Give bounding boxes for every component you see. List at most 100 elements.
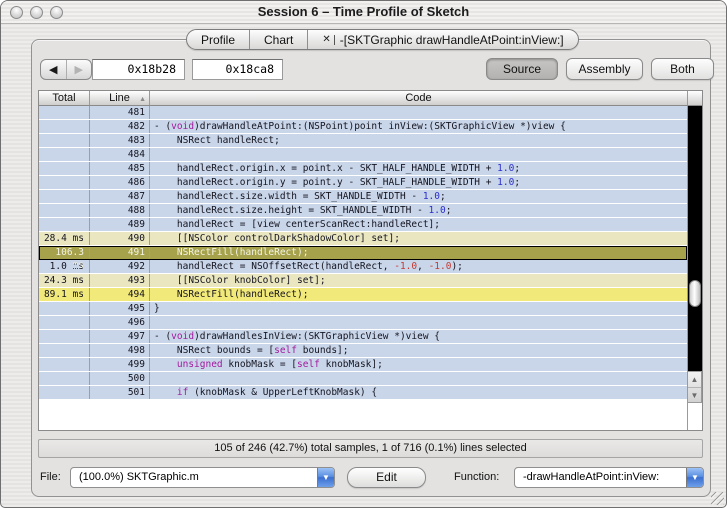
tab-code-browser[interactable]: ✕ -[SKTGraphic drawHandleAtPoint:inView:… xyxy=(307,30,577,49)
back-button[interactable]: ◀ xyxy=(41,60,66,79)
scrollbar-track[interactable] xyxy=(688,106,702,371)
line-number-cell: 488 xyxy=(90,204,150,217)
code-rows: 481482- (void)drawHandleAtPoint:(NSPoint… xyxy=(39,106,687,400)
code-cell: handleRect.origin.y = point.y - SKT_HALF… xyxy=(150,176,687,189)
code-row[interactable]: 24.3 ms493 [[NSColor knobColor] set]; xyxy=(39,274,687,288)
code-row[interactable]: 485 handleRect.origin.x = point.x - SKT_… xyxy=(39,162,687,176)
function-popup-value: -drawHandleAtPoint:inView: xyxy=(523,471,659,483)
code-row[interactable]: 106.3 ms491 NSRectFill(handleRect); xyxy=(39,246,687,260)
code-cell: if (knobMask & UpperLeftKnobMask) { xyxy=(150,386,687,399)
line-number-cell: 489 xyxy=(90,218,150,231)
scrollbar-thumb[interactable] xyxy=(689,280,701,307)
code-cell: handleRect.size.width = SKT_HANDLE_WIDTH… xyxy=(150,190,687,203)
forward-arrow-icon: ▶ xyxy=(75,63,83,76)
line-number-cell: 483 xyxy=(90,134,150,147)
line-number-cell: 486 xyxy=(90,176,150,189)
total-cell xyxy=(39,106,90,119)
code-row[interactable]: 89.1 ms494 NSRectFill(handleRect); xyxy=(39,288,687,302)
vertical-scrollbar[interactable]: ▲ ▼ xyxy=(687,106,702,431)
end-address-field[interactable]: 0x18ca8 xyxy=(192,59,283,80)
code-row[interactable]: 481 xyxy=(39,106,687,120)
total-cell xyxy=(39,344,90,357)
code-row[interactable]: 498 NSRect bounds = [self bounds]; xyxy=(39,344,687,358)
file-label: File: xyxy=(40,471,61,483)
edit-button[interactable]: Edit xyxy=(347,467,426,488)
line-number-cell: 501 xyxy=(90,386,150,399)
source-view-button[interactable]: Source xyxy=(486,58,558,80)
total-cell: 106.3 ms xyxy=(39,246,90,259)
code-row[interactable]: 1.0 ms492 handleRect = NSOffsetRect(hand… xyxy=(39,260,687,274)
file-popup[interactable]: (100.0%) SKTGraphic.m ▼ xyxy=(70,467,335,488)
code-row[interactable]: 482- (void)drawHandleAtPoint:(NSPoint)po… xyxy=(39,120,687,134)
code-row[interactable]: 483 NSRect handleRect; xyxy=(39,134,687,148)
code-row[interactable]: 497- (void)drawHandlesInView:(SKTGraphic… xyxy=(39,330,687,344)
code-row[interactable]: 28.4 ms490 [[NSColor controlDarkShadowCo… xyxy=(39,232,687,246)
forward-button[interactable]: ▶ xyxy=(66,60,92,79)
line-number-cell: 497 xyxy=(90,330,150,343)
column-header-code[interactable]: Code xyxy=(150,91,687,105)
scroll-up-arrow-icon[interactable]: ▲ xyxy=(688,372,701,387)
total-cell xyxy=(39,302,90,315)
code-cell xyxy=(150,106,687,119)
code-cell: } xyxy=(150,302,687,315)
tab-close-icon[interactable]: ✕ xyxy=(322,35,334,45)
code-row[interactable]: 489 handleRect = [view centerScanRect:ha… xyxy=(39,218,687,232)
tab-chart[interactable]: Chart xyxy=(249,30,307,49)
line-number-cell: 496 xyxy=(90,316,150,329)
code-cell: NSRectFill(handleRect); xyxy=(150,288,687,301)
total-cell xyxy=(39,386,90,399)
file-popup-value: (100.0%) SKTGraphic.m xyxy=(79,471,199,483)
code-cell xyxy=(150,148,687,161)
tab-profile-label: Profile xyxy=(201,33,235,47)
line-number-cell: 485 xyxy=(90,162,150,175)
resize-grip-icon[interactable] xyxy=(711,492,724,505)
sort-ascending-icon: ▲ xyxy=(139,93,146,107)
line-number-cell: 482 xyxy=(90,120,150,133)
code-cell: handleRect.origin.x = point.x - SKT_HALF… xyxy=(150,162,687,175)
code-row[interactable]: 496 xyxy=(39,316,687,330)
total-cell xyxy=(39,190,90,203)
code-cell xyxy=(150,316,687,329)
code-cell: handleRect.size.height = SKT_HANDLE_WIDT… xyxy=(150,204,687,217)
title-bar[interactable]: Session 6 – Time Profile of Sketch xyxy=(1,1,726,24)
total-cell xyxy=(39,120,90,133)
code-table: Total Line ▲ Code 481482- (void)drawHand… xyxy=(38,90,703,431)
total-cell xyxy=(39,372,90,385)
code-row[interactable]: 487 handleRect.size.width = SKT_HANDLE_W… xyxy=(39,190,687,204)
start-address-field[interactable]: 0x18b28 xyxy=(92,59,185,80)
code-row[interactable]: 488 handleRect.size.height = SKT_HANDLE_… xyxy=(39,204,687,218)
code-cell: [[NSColor controlDarkShadowColor] set]; xyxy=(150,232,687,245)
total-cell: 89.1 ms xyxy=(39,288,90,301)
tab-profile[interactable]: Profile xyxy=(187,30,249,49)
total-cell: 28.4 ms xyxy=(39,232,90,245)
function-popup[interactable]: -drawHandleAtPoint:inView: ▼ xyxy=(514,467,704,488)
code-row[interactable]: 486 handleRect.origin.y = point.y - SKT_… xyxy=(39,176,687,190)
code-cell: handleRect = NSOffsetRect(handleRect, -1… xyxy=(150,260,687,273)
total-cell xyxy=(39,358,90,371)
line-number-cell: 494 xyxy=(90,288,150,301)
code-cell xyxy=(150,372,687,385)
file-popup-arrow-icon: ▼ xyxy=(317,468,334,487)
code-cell: NSRect bounds = [self bounds]; xyxy=(150,344,687,357)
scroll-down-arrow-icon[interactable]: ▼ xyxy=(688,387,701,402)
column-header-line[interactable]: Line ▲ xyxy=(90,91,150,105)
line-number-cell: 484 xyxy=(90,148,150,161)
both-view-button[interactable]: Both xyxy=(651,58,714,80)
assembly-view-button[interactable]: Assembly xyxy=(566,58,643,80)
line-number-cell: 487 xyxy=(90,190,150,203)
total-cell xyxy=(39,330,90,343)
total-cell xyxy=(39,204,90,217)
code-row[interactable]: 484 xyxy=(39,148,687,162)
code-row[interactable]: 495} xyxy=(39,302,687,316)
total-cell xyxy=(39,148,90,161)
total-cell xyxy=(39,134,90,147)
line-number-cell: 493 xyxy=(90,274,150,287)
column-header-scroll-spacer xyxy=(687,91,702,105)
code-row[interactable]: 499 unsigned knobMask = [self knobMask]; xyxy=(39,358,687,372)
total-cell xyxy=(39,162,90,175)
line-number-cell: 490 xyxy=(90,232,150,245)
column-header-total[interactable]: Total xyxy=(39,91,90,105)
code-row[interactable]: 500 xyxy=(39,372,687,386)
tab-chart-label: Chart xyxy=(264,33,293,47)
code-row[interactable]: 501 if (knobMask & UpperLeftKnobMask) { xyxy=(39,386,687,400)
